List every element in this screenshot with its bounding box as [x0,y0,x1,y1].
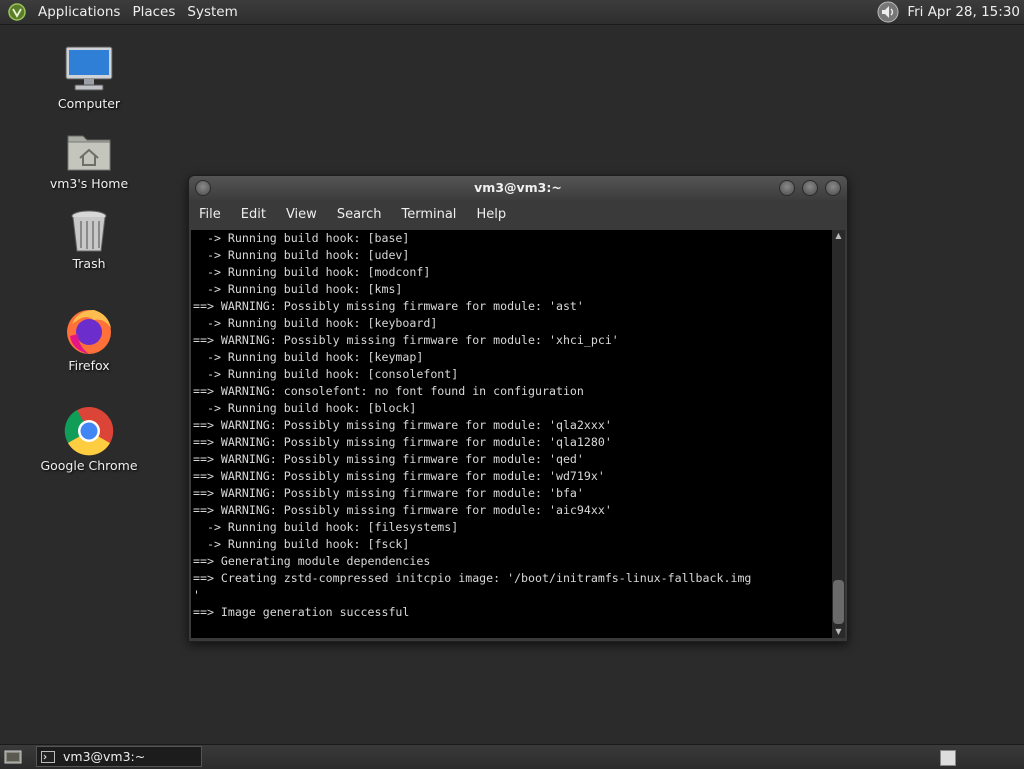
menu-view[interactable]: View [276,207,327,222]
terminal-window[interactable]: vm3@vm3:~ File Edit View Search Terminal… [188,175,848,642]
trash-icon [71,210,107,252]
scroll-down-arrow-icon[interactable]: ▼ [832,626,845,638]
workspace-switcher[interactable] [940,750,956,766]
taskbar-item-label: vm3@vm3:~ [63,749,146,764]
distro-logo-icon[interactable] [8,3,26,21]
desktop-icon-trash[interactable]: Trash [34,208,144,271]
terminal-text: -> Running build hook: [base] -> Running… [193,231,752,619]
computer-icon [65,46,113,91]
desktop-icon-label: Trash [72,256,106,271]
desktop-icon-chrome[interactable]: Google Chrome [34,406,144,473]
scroll-thumb[interactable] [833,580,844,624]
desktop-icon-label: Computer [57,96,121,111]
firefox-icon [67,310,111,354]
desktop-icon-firefox[interactable]: Firefox [34,306,144,373]
menu-terminal[interactable]: Terminal [391,207,466,222]
title-bar[interactable]: vm3@vm3:~ [189,176,847,200]
terminal-scrollbar[interactable]: ▲ ▼ [832,230,845,638]
places-menu[interactable]: Places [126,4,181,20]
terminal-icon [41,750,55,763]
menu-search[interactable]: Search [327,207,392,222]
scroll-up-arrow-icon[interactable]: ▲ [832,230,845,242]
home-folder-icon [67,135,111,171]
menu-edit[interactable]: Edit [231,207,276,222]
clock[interactable]: Fri Apr 28, 15:30 [907,4,1024,20]
desktop-icon-computer[interactable]: Computer [34,44,144,111]
desktop-icon-label: Firefox [68,358,110,373]
terminal-menubar: File Edit View Search Terminal Help [189,200,847,228]
top-panel: Applications Places System Fri Apr 28, 1… [0,0,1024,25]
menu-file[interactable]: File [189,207,231,222]
show-desktop-icon[interactable] [4,749,22,765]
bottom-panel: vm3@vm3:~ [0,744,1024,769]
terminal-output[interactable]: -> Running build hook: [base] -> Running… [191,230,832,638]
menu-help[interactable]: Help [466,207,516,222]
desktop-icon-label: vm3's Home [49,176,129,191]
taskbar-terminal-item[interactable]: vm3@vm3:~ [36,746,202,767]
minimize-button[interactable] [779,180,795,196]
desktop-icon-label: Google Chrome [40,458,138,473]
desktop-icon-home[interactable]: vm3's Home [34,128,144,191]
close-button[interactable] [825,180,841,196]
chrome-icon [64,407,114,456]
volume-icon[interactable] [877,1,899,23]
system-menu[interactable]: System [181,4,243,20]
applications-menu[interactable]: Applications [32,4,126,20]
window-title: vm3@vm3:~ [474,180,562,195]
maximize-button[interactable] [802,180,818,196]
